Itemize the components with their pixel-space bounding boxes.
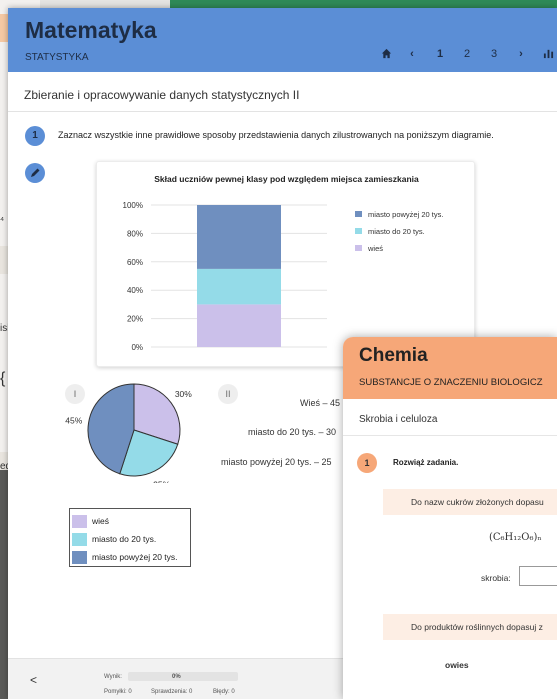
chemistry-lesson-window: Chemia SUBSTANCJE O ZNACZENIU BIOLOGICZ … bbox=[343, 337, 557, 699]
chem-header: Chemia SUBSTANCJE O ZNACZENIU BIOLOGICZ bbox=[343, 337, 557, 399]
chem-task-number-badge: 1 bbox=[357, 453, 377, 473]
question-text: Zaznacz wszystkie inne prawidłowe sposob… bbox=[58, 130, 494, 140]
legend-item-miasto-do-20: miasto do 20 tys. bbox=[72, 532, 156, 547]
chem-section-title: SUBSTANCJE O ZNACZENIU BIOLOGICZ bbox=[359, 377, 543, 388]
chem-field-label: skrobia: bbox=[481, 573, 511, 583]
y-tick-label: 40% bbox=[127, 286, 143, 295]
pie-chart: 30% 25% 45% bbox=[65, 383, 192, 483]
subject-title: Matematyka bbox=[25, 17, 157, 43]
prev-page-button[interactable]: ‹ bbox=[403, 48, 421, 60]
legend-swatch bbox=[355, 228, 362, 234]
score-progress-bar bbox=[128, 672, 238, 681]
bar-segment bbox=[197, 268, 281, 305]
legend-label: wieś bbox=[367, 244, 383, 253]
legend-swatch bbox=[355, 211, 362, 217]
chem-subject-title: Chemia bbox=[359, 345, 428, 366]
bar-segment bbox=[197, 304, 281, 347]
legend-label: miasto powyżej 20 tys. bbox=[368, 210, 443, 219]
y-tick-label: 100% bbox=[123, 201, 143, 210]
back-button[interactable]: < bbox=[30, 673, 37, 687]
option-ii-line: miasto do 20 tys. – 30 bbox=[248, 427, 337, 437]
chem-instruction-box: Do produktów roślinnych dopasuj z bbox=[383, 614, 557, 640]
bar-chart-icon[interactable] bbox=[539, 48, 557, 62]
chem-formula: (C₆H₁₂O₆)ₙ bbox=[489, 532, 542, 543]
legend-label: miasto do 20 tys. bbox=[368, 227, 425, 236]
chem-item-label: owies bbox=[445, 660, 469, 670]
pencil-icon[interactable] bbox=[25, 163, 45, 183]
divider bbox=[343, 435, 557, 436]
page-2-button[interactable]: 2 bbox=[458, 48, 476, 60]
chem-task-text: Rozwiąż zadania. bbox=[393, 458, 459, 467]
pie-slice-label: 45% bbox=[65, 415, 82, 425]
next-page-button[interactable]: › bbox=[512, 48, 530, 60]
legend-item-wies: wieś bbox=[72, 514, 109, 529]
errors-count: Błędy: 0 bbox=[213, 689, 235, 695]
y-tick-label: 20% bbox=[127, 315, 143, 324]
option-ii-badge[interactable]: II bbox=[218, 384, 238, 404]
score-value: 0% bbox=[172, 674, 181, 680]
header: Matematyka STATYSTYKA ‹ 1 2 3 › bbox=[8, 8, 557, 72]
checks-count: Sprawdzenia: 0 bbox=[151, 689, 193, 695]
score-label: Wynik: bbox=[104, 674, 122, 680]
home-icon[interactable] bbox=[377, 48, 395, 62]
background-text-fragment: { bbox=[0, 370, 6, 387]
pie-slice-label: 30% bbox=[175, 389, 192, 399]
option-ii-line: miasto powyżej 20 tys. – 25 bbox=[221, 457, 332, 467]
page-3-button[interactable]: 3 bbox=[485, 48, 503, 60]
legend-item-miasto-powyzej-20: miasto powyżej 20 tys. bbox=[72, 550, 178, 565]
background-text-fragment: ₄ bbox=[0, 212, 5, 223]
chem-lesson-title: Skrobia i celuloza bbox=[359, 414, 438, 425]
question-number-badge: 1 bbox=[25, 126, 45, 146]
chem-instruction-box: Do nazw cukrów złożonych dopasu bbox=[383, 489, 557, 515]
y-tick-label: 0% bbox=[131, 343, 143, 352]
legend-swatch bbox=[355, 245, 362, 251]
y-tick-label: 80% bbox=[127, 229, 143, 238]
divider bbox=[8, 111, 557, 112]
section-title: STATYSTYKA bbox=[25, 52, 89, 63]
y-tick-label: 60% bbox=[127, 258, 143, 267]
lesson-title: Zbieranie i opracowywanie danych statyst… bbox=[24, 88, 300, 102]
chem-answer-input[interactable] bbox=[519, 566, 557, 586]
bar-segment bbox=[197, 205, 281, 269]
pie-slice-label: 25% bbox=[153, 479, 170, 483]
page-1-button[interactable]: 1 bbox=[431, 48, 449, 60]
mistakes-count: Pomyłki: 0 bbox=[104, 689, 132, 695]
pie-legend: wieś miasto do 20 tys. miasto powyżej 20… bbox=[69, 508, 191, 567]
option-ii-line: Wieś – 45 bbox=[300, 398, 341, 408]
